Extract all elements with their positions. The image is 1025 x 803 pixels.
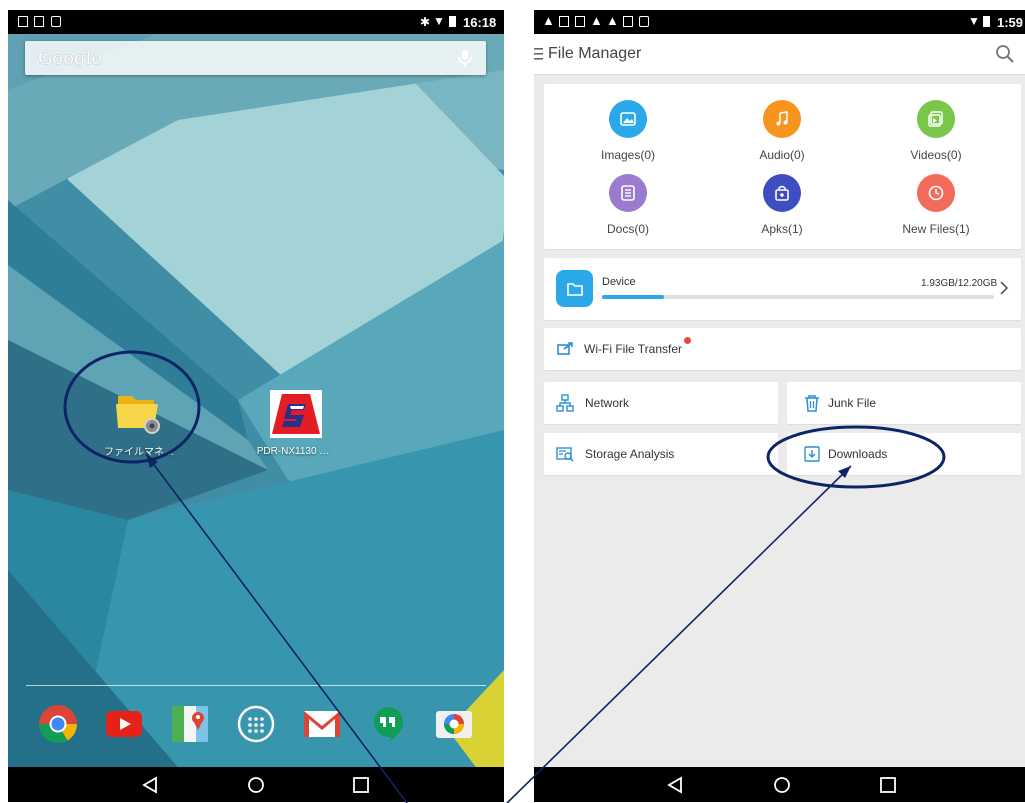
- notification-badge: [684, 337, 691, 344]
- device-folder-icon: [556, 270, 593, 307]
- categories-card: Images(0) Audio(0) Videos(0) Docs(0) Apk…: [544, 84, 1021, 249]
- category-audio[interactable]: Audio(0): [722, 100, 842, 162]
- download-notification-icon: [575, 16, 585, 27]
- left-phone-screen: ✱ ▼ 16:18 Google ファイルマネ… PDR-NX1130 …: [8, 10, 504, 802]
- menu-icon[interactable]: [534, 48, 543, 60]
- storage-analysis-button[interactable]: Storage Analysis: [544, 433, 778, 475]
- photo-notification-icon: [51, 16, 61, 27]
- wifi-icon: ▼: [968, 14, 980, 28]
- pdr-app-icon: [270, 390, 322, 438]
- device-label: Device: [602, 276, 636, 288]
- downloads-label: Downloads: [828, 447, 888, 461]
- network-button[interactable]: Network: [544, 382, 778, 424]
- search-icon[interactable]: [995, 44, 1015, 64]
- back-icon[interactable]: [665, 774, 687, 796]
- youtube-icon[interactable]: [104, 704, 144, 744]
- pdr-app-label: PDR-NX1130 …: [256, 446, 330, 457]
- videos-icon: [917, 100, 955, 138]
- download-notification-icon: [34, 16, 44, 27]
- category-label: New Files(1): [902, 222, 970, 236]
- battery-icon: [983, 16, 990, 27]
- category-videos[interactable]: Videos(0): [876, 100, 996, 162]
- category-label: Audio(0): [759, 148, 805, 162]
- home-icon[interactable]: [245, 774, 267, 796]
- status-bar: ✱ ▼ 16:18: [8, 10, 504, 34]
- warning-icon: ▲: [606, 13, 619, 28]
- wifi-icon: ▼: [433, 14, 445, 28]
- warning-icon: ▲: [590, 13, 603, 28]
- warning-icon: ▲: [542, 13, 555, 28]
- google-label: Google: [38, 48, 102, 69]
- docs-icon: [609, 174, 647, 212]
- navigation-bar: [534, 767, 1025, 802]
- category-apks[interactable]: Apks(1): [722, 174, 842, 236]
- microphone-icon[interactable]: [454, 47, 476, 69]
- battery-icon: [449, 16, 456, 27]
- notification-icon: [18, 16, 28, 27]
- category-images[interactable]: Images(0): [568, 100, 688, 162]
- notification-icon: [559, 16, 569, 27]
- apks-icon: [763, 174, 801, 212]
- device-storage-card[interactable]: Device 1.93GB/12.20GB: [544, 258, 1021, 320]
- category-label: Videos(0): [910, 148, 962, 162]
- maps-icon[interactable]: [170, 704, 210, 744]
- wifi-transfer-card[interactable]: Wi-Fi File Transfer: [544, 328, 1021, 370]
- page-title: File Manager: [548, 45, 642, 62]
- recents-icon[interactable]: [350, 774, 372, 796]
- trash-icon: [805, 395, 819, 412]
- file-manager-app-label: ファイルマネ…: [104, 447, 174, 458]
- print-icon: [623, 16, 633, 27]
- device-storage-size: 1.93GB/12.20GB: [921, 278, 998, 289]
- gmail-icon[interactable]: [302, 704, 342, 744]
- navigation-bar: [8, 767, 504, 802]
- storage-progress-track: [602, 295, 994, 299]
- status-time: 1:59: [997, 15, 1024, 30]
- file-manager-app[interactable]: ファイルマネ…: [94, 388, 184, 458]
- clock-icon: [917, 174, 955, 212]
- chrome-icon[interactable]: [38, 704, 78, 744]
- wifi-transfer-label: Wi-Fi File Transfer: [584, 342, 683, 356]
- category-new-files[interactable]: New Files(1): [876, 174, 996, 236]
- app-drawer-icon[interactable]: [236, 704, 276, 744]
- storage-analysis-icon: [556, 447, 574, 462]
- category-label: Docs(0): [606, 222, 649, 236]
- wifi-transfer-icon: [557, 342, 573, 355]
- storage-analysis-label: Storage Analysis: [585, 447, 675, 461]
- file-manager-header: File Manager: [534, 34, 1025, 75]
- bluetooth-icon: ✱: [420, 15, 431, 29]
- status-bar: ▲ ▲ ▲ ▼ 1:59: [534, 10, 1025, 34]
- chevron-right-icon: [1000, 281, 1009, 295]
- camera-icon[interactable]: [434, 704, 474, 744]
- google-search-bar[interactable]: Google: [25, 41, 486, 75]
- download-icon: [804, 446, 820, 462]
- file-manager-screen: File Manager Images(0) Audio(0) Videos(0…: [534, 34, 1025, 767]
- audio-icon: [763, 100, 801, 138]
- home-icon[interactable]: [771, 774, 793, 796]
- network-icon: [556, 394, 574, 412]
- downloads-button[interactable]: Downloads: [787, 433, 1021, 475]
- right-phone-screen: ▲ ▲ ▲ ▼ 1:59 File Manager Images(0) Audi…: [534, 10, 1025, 802]
- images-icon: [609, 100, 647, 138]
- network-label: Network: [585, 396, 630, 410]
- dock-divider: [26, 685, 486, 686]
- recents-icon[interactable]: [877, 774, 899, 796]
- category-docs[interactable]: Docs(0): [568, 174, 688, 236]
- back-icon[interactable]: [140, 774, 162, 796]
- status-time: 16:18: [463, 15, 497, 30]
- hangouts-icon[interactable]: [368, 704, 408, 744]
- category-label: Apks(1): [761, 222, 803, 236]
- junk-file-label: Junk File: [828, 396, 877, 410]
- storage-progress-fill: [602, 295, 664, 299]
- photo-notification-icon: [639, 16, 649, 27]
- pdr-app[interactable]: PDR-NX1130 …: [248, 390, 338, 458]
- folder-gear-icon: [116, 396, 160, 434]
- junk-file-button[interactable]: Junk File: [787, 382, 1021, 424]
- category-label: Images(0): [600, 148, 656, 162]
